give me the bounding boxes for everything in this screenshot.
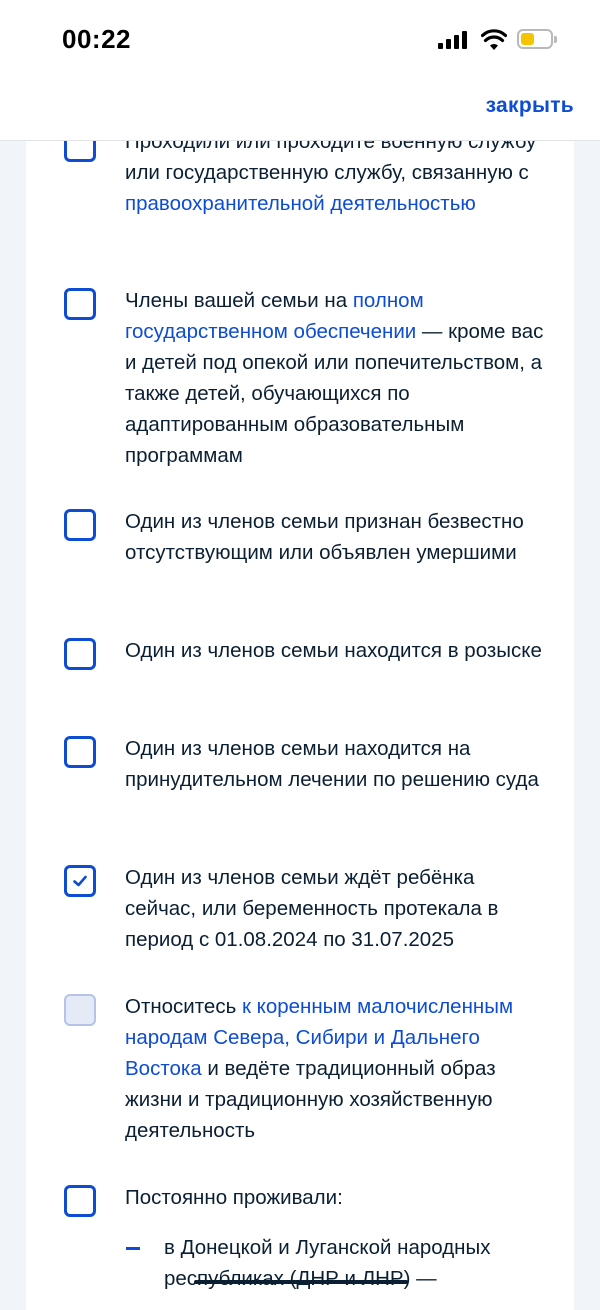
cellular-signal-icon — [438, 31, 468, 49]
checkbox[interactable] — [64, 140, 96, 162]
checkbox-checked[interactable] — [64, 865, 96, 897]
checkbox-label: Относитесь к коренным малочисленным наро… — [125, 995, 514, 1142]
redaction-scribble — [194, 1280, 408, 1284]
checkbox-label: Один из членов семьи находится на принуд… — [125, 737, 539, 791]
checkbox[interactable] — [64, 509, 96, 541]
residence-sub-item: в Донецкой и Луганской народных республи… — [164, 1236, 491, 1290]
close-link[interactable]: закрыть — [486, 94, 574, 118]
checkbox[interactable] — [64, 638, 96, 670]
status-bar: 00:22 — [0, 0, 600, 80]
checkbox[interactable] — [64, 736, 96, 768]
modal-header: закрыть — [0, 80, 600, 141]
wifi-icon — [481, 29, 507, 50]
checkbox-label: Члены вашей семьи на полном государствен… — [125, 289, 544, 467]
checkbox-label: Постоянно проживали: — [125, 1186, 343, 1209]
list-dash — [126, 1247, 140, 1250]
checkmark-icon — [73, 875, 87, 887]
checkbox-label: Проходили или проходите военную службу и… — [125, 140, 537, 215]
checkbox[interactable] — [64, 288, 96, 320]
checkbox-label: Один из членов семьи признан безвестно о… — [125, 510, 524, 564]
checkbox-label: Один из членов семьи находится в розыске — [125, 639, 542, 662]
law-enforcement-link[interactable]: правоохранительной деятельностью — [125, 192, 476, 215]
checkbox-label: Один из членов семьи ждёт ребёнка сейчас… — [125, 866, 499, 951]
checkbox-list-card: Проходили или проходите военную службу и… — [26, 140, 574, 1310]
checkbox-disabled — [64, 994, 96, 1026]
checkbox[interactable] — [64, 1185, 96, 1217]
battery-icon — [517, 29, 557, 49]
status-time: 00:22 — [62, 24, 131, 54]
